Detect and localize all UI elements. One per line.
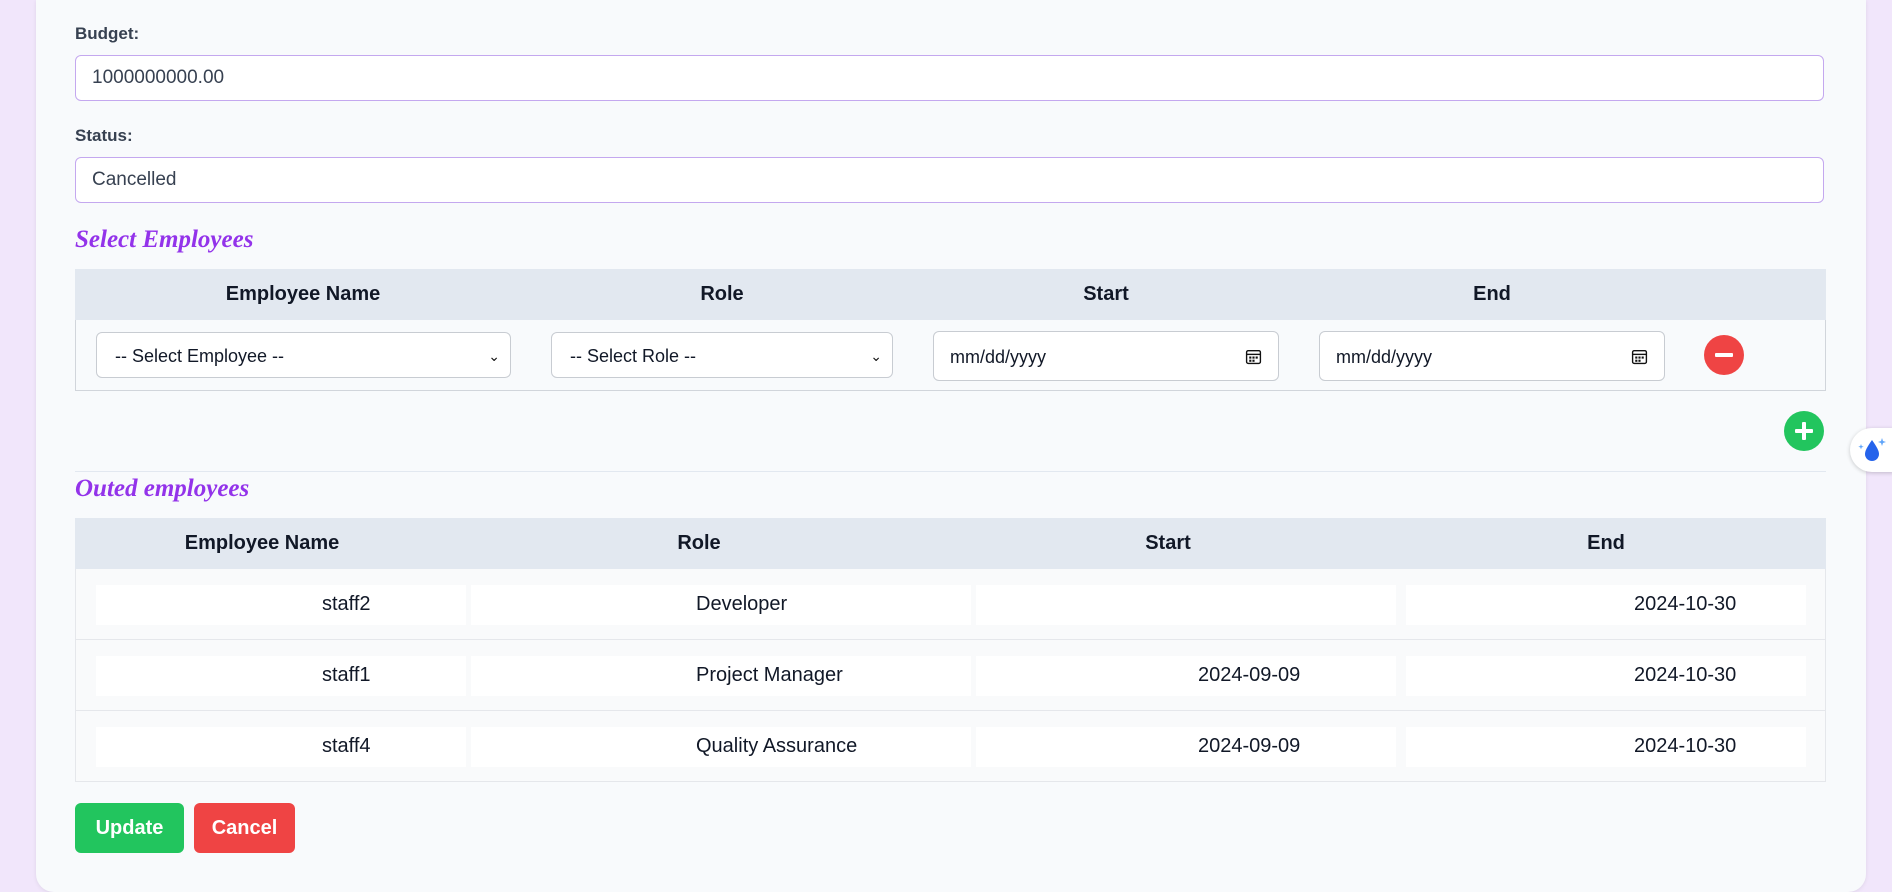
col-employee-name: Employee Name bbox=[184, 532, 340, 554]
start-cell: 2024-09-09 bbox=[1198, 735, 1301, 757]
end-date-input[interactable]: mm/dd/yyyy bbox=[1319, 331, 1665, 381]
col-start: Start bbox=[1083, 283, 1129, 305]
cell-background bbox=[96, 656, 466, 696]
table-row: staff4 Quality Assurance 2024-09-09 2024… bbox=[75, 711, 1826, 782]
chevron-down-icon: ⌄ bbox=[488, 348, 500, 364]
start-date-placeholder: mm/dd/yyyy bbox=[950, 347, 1047, 367]
form-card: Budget: Status: Select Employees Employe… bbox=[36, 0, 1866, 892]
col-employee-name: Employee Name bbox=[225, 283, 381, 305]
cancel-button[interactable]: Cancel bbox=[194, 803, 295, 853]
role-cell: Project Manager bbox=[696, 664, 843, 686]
end-cell: 2024-10-30 bbox=[1634, 735, 1737, 757]
minus-circle-icon bbox=[1715, 353, 1733, 357]
cell-background bbox=[976, 656, 1396, 696]
calendar-icon[interactable] bbox=[1631, 348, 1648, 365]
remove-row-button[interactable] bbox=[1704, 335, 1744, 375]
cell-background bbox=[976, 585, 1396, 625]
cell-background bbox=[1406, 656, 1806, 696]
outed-employees-header: Employee Name Role Start End bbox=[75, 518, 1826, 569]
role-cell: Quality Assurance bbox=[696, 735, 858, 757]
employee-select-value: -- Select Employee -- bbox=[115, 346, 285, 366]
calendar-icon[interactable] bbox=[1245, 348, 1262, 365]
table-row: staff1 Project Manager 2024-09-09 2024-1… bbox=[75, 640, 1826, 711]
start-cell: 2024-09-09 bbox=[1198, 664, 1301, 686]
employee-select-row: -- Select Employee -- ⌄ -- Select Role -… bbox=[75, 320, 1826, 391]
end-cell: 2024-10-30 bbox=[1634, 664, 1737, 686]
col-end: End bbox=[1587, 532, 1625, 554]
employee-name-cell: staff2 bbox=[322, 593, 371, 615]
status-input[interactable] bbox=[75, 157, 1824, 203]
employee-name-cell: staff1 bbox=[322, 664, 371, 686]
outed-employees-title: Outed employees bbox=[75, 475, 250, 502]
section-divider bbox=[75, 471, 1826, 472]
assistant-widget-button[interactable] bbox=[1850, 428, 1892, 472]
cell-background bbox=[96, 727, 466, 767]
col-role: Role bbox=[700, 283, 744, 305]
role-cell: Developer bbox=[696, 593, 788, 615]
role-select-value: -- Select Role -- bbox=[570, 346, 697, 366]
chevron-down-icon: ⌄ bbox=[870, 348, 882, 364]
employee-name-cell: staff4 bbox=[322, 735, 371, 757]
table-row: staff2 Developer 2024-10-30 bbox=[75, 569, 1826, 640]
select-employees-title: Select Employees bbox=[75, 226, 254, 253]
status-label: Status: bbox=[75, 126, 133, 145]
role-select[interactable]: -- Select Role -- ⌄ bbox=[551, 332, 893, 378]
end-date-placeholder: mm/dd/yyyy bbox=[1336, 347, 1433, 367]
end-cell: 2024-10-30 bbox=[1634, 593, 1737, 615]
select-employees-header: Employee Name Role Start End bbox=[75, 269, 1826, 320]
water-drop-sparkle-icon bbox=[1858, 438, 1886, 461]
col-start: Start bbox=[1145, 532, 1191, 554]
add-row-button[interactable] bbox=[1784, 411, 1824, 451]
cell-background bbox=[96, 585, 466, 625]
plus-circle-icon bbox=[1795, 422, 1813, 440]
col-end: End bbox=[1473, 283, 1511, 305]
cell-background bbox=[1406, 585, 1806, 625]
employee-select[interactable]: -- Select Employee -- ⌄ bbox=[96, 332, 511, 378]
col-role: Role bbox=[677, 532, 721, 554]
cell-background bbox=[1406, 727, 1806, 767]
update-button[interactable]: Update bbox=[75, 803, 184, 853]
budget-label: Budget: bbox=[75, 24, 140, 43]
budget-input[interactable] bbox=[75, 55, 1824, 101]
cell-background bbox=[976, 727, 1396, 767]
start-date-input[interactable]: mm/dd/yyyy bbox=[933, 331, 1279, 381]
